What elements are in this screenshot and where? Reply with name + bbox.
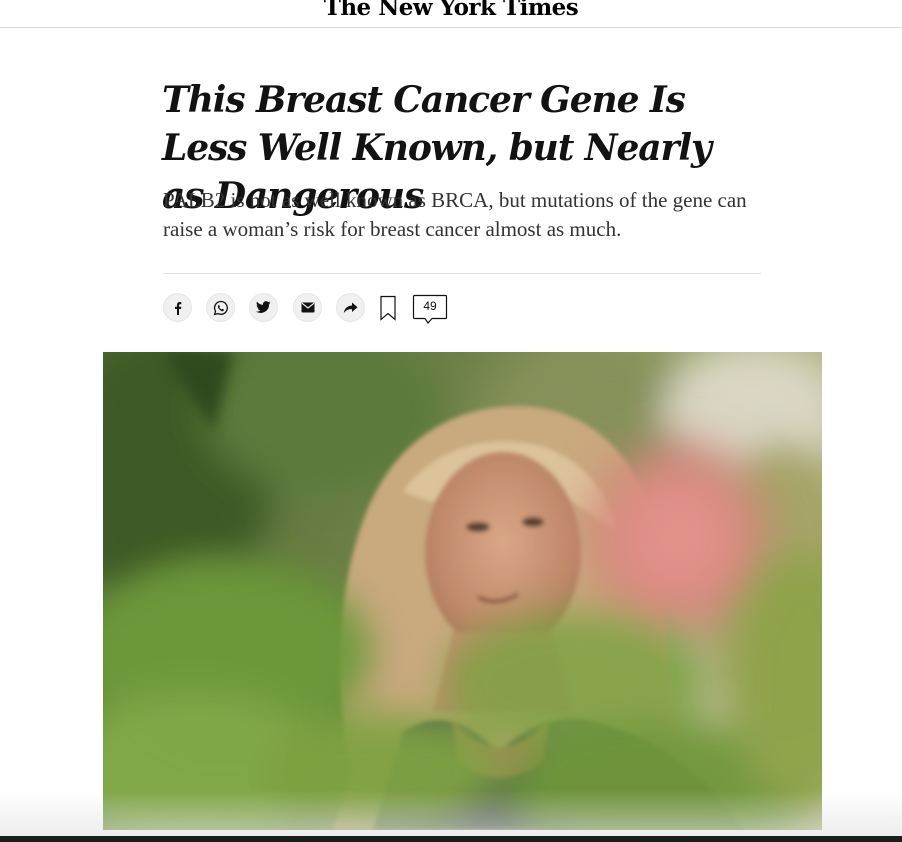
- nyt-logo[interactable]: The New York Times: [0, 0, 902, 21]
- article-summary: PALB2 is not as well known as BRCA, but …: [163, 188, 747, 241]
- twitter-share-button[interactable]: [249, 293, 278, 322]
- email-icon: [301, 302, 314, 313]
- divider: [163, 273, 761, 274]
- window-bottom-edge: [0, 836, 902, 842]
- whatsapp-icon: [213, 300, 228, 315]
- share-arrow-icon: [343, 302, 358, 313]
- more-share-button[interactable]: [336, 293, 365, 322]
- masthead: The New York Times: [0, 0, 902, 28]
- woman-portrait-photo: [103, 352, 822, 830]
- twitter-icon: [256, 301, 271, 313]
- facebook-share-button[interactable]: [163, 293, 192, 322]
- whatsapp-share-button[interactable]: [206, 293, 235, 322]
- article-lead-photo: [103, 352, 822, 830]
- facebook-icon: [174, 301, 181, 315]
- comments-button[interactable]: 49: [412, 294, 448, 324]
- email-share-button[interactable]: [293, 293, 322, 322]
- bookmark-icon: [380, 295, 396, 321]
- comment-count: 49: [423, 299, 437, 313]
- save-bookmark-button[interactable]: [379, 295, 397, 321]
